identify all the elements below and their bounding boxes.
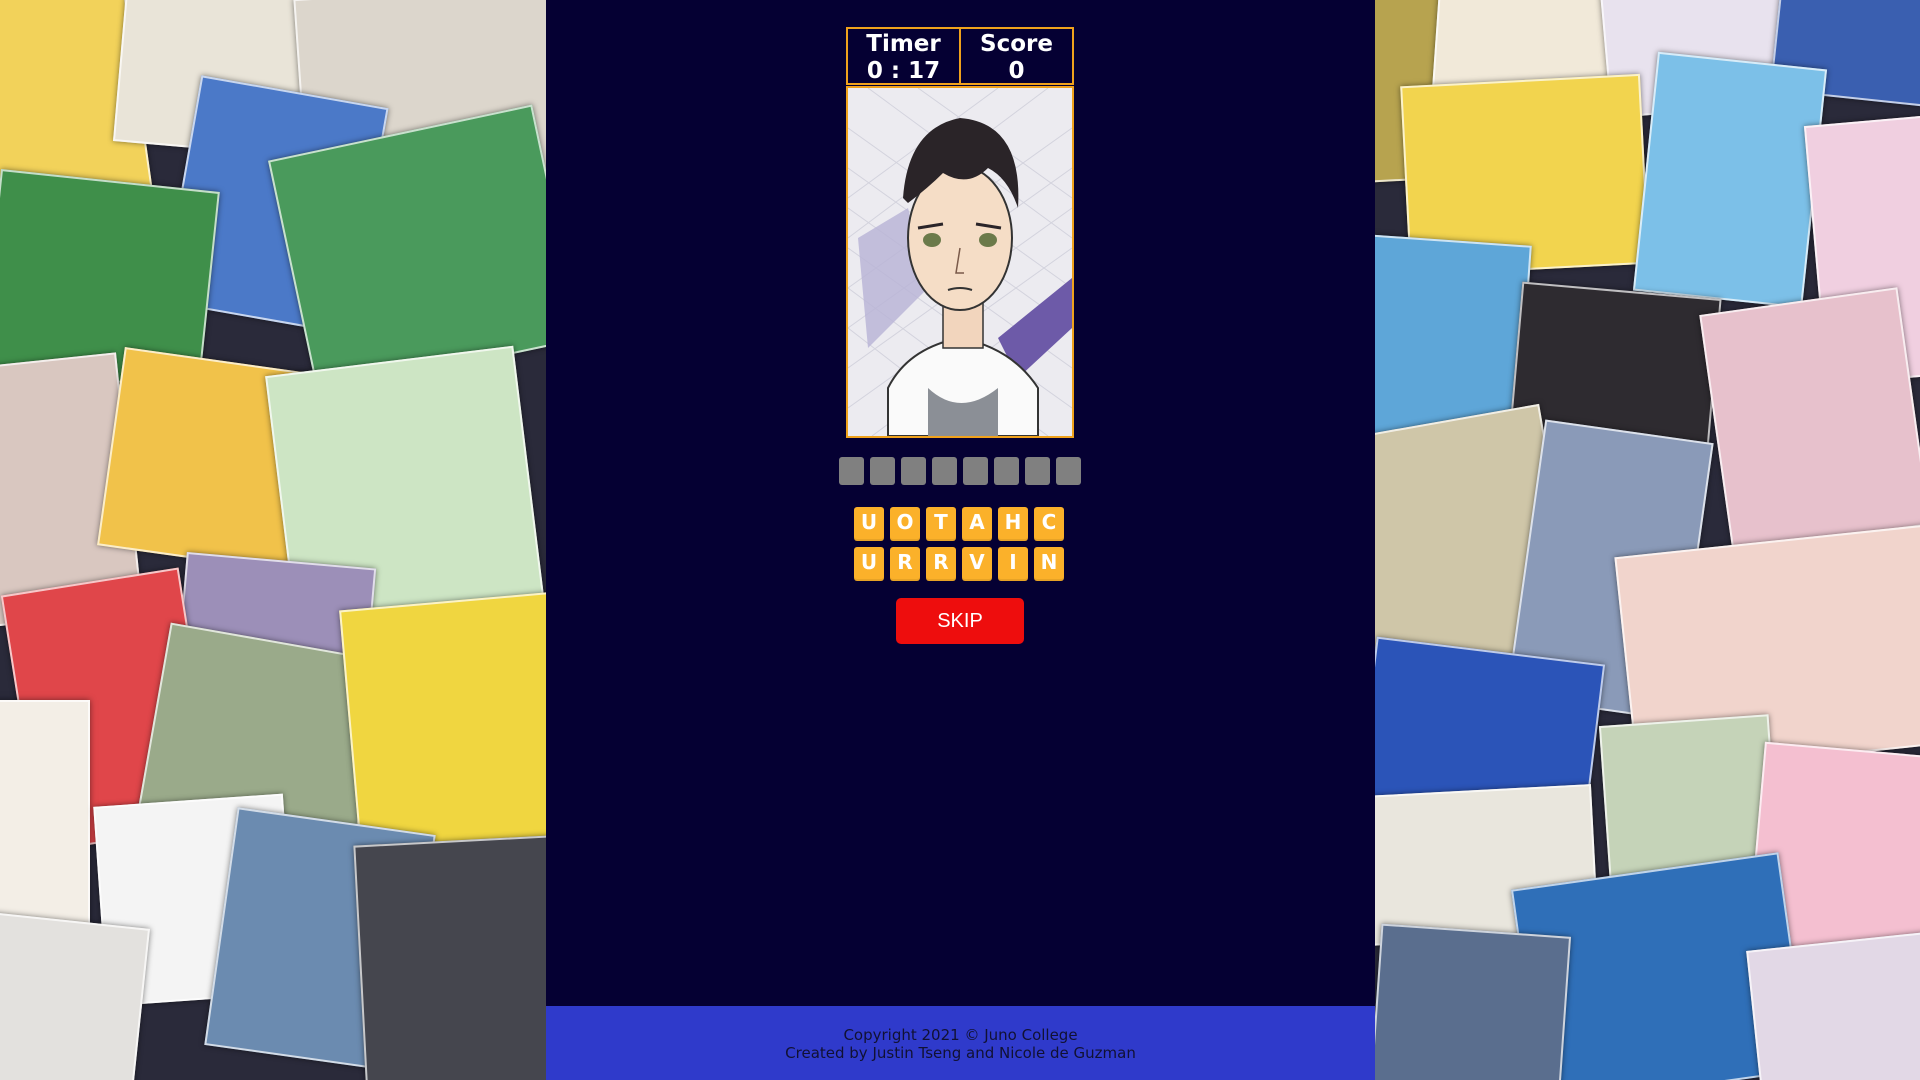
game-page: Timer 0 : 17 Score 0 U O T A H C U R R V…: [0, 0, 1920, 1080]
character-portrait-illustration: [848, 88, 1072, 436]
answer-blank-slot[interactable]: [1025, 457, 1050, 485]
footer-copyright: Copyright 2021 © Juno College: [843, 1026, 1078, 1044]
letter-tile[interactable]: N: [1034, 547, 1064, 581]
answer-blank-slot[interactable]: [901, 457, 926, 485]
letter-row: URRVIN: [854, 547, 1064, 581]
character-image: [846, 86, 1074, 438]
answer-blank-slot[interactable]: [839, 457, 864, 485]
letter-bank: UOTAHCURRVIN: [854, 507, 1064, 587]
footer-credits: Created by Justin Tseng and Nicole de Gu…: [785, 1044, 1136, 1062]
answer-blank-slot[interactable]: [963, 457, 988, 485]
letter-tile[interactable]: V: [962, 547, 992, 581]
timer-label: Timer: [866, 31, 941, 57]
scoreboard: Timer 0 : 17 Score 0: [846, 27, 1074, 85]
answer-blanks: [839, 457, 1081, 485]
score-label: Score: [980, 31, 1053, 57]
letter-row: UOTAHC: [854, 507, 1064, 541]
timer-value: 0 : 17: [866, 58, 941, 84]
game-panel: Timer 0 : 17 Score 0 U O T A H C U R R V…: [546, 0, 1375, 1080]
score-display: Score 0: [959, 29, 1072, 84]
right-collage-background: [1375, 0, 1920, 1080]
answer-blank-slot[interactable]: [994, 457, 1019, 485]
letter-tile[interactable]: I: [998, 547, 1028, 581]
answer-blank-slot[interactable]: [1056, 457, 1081, 485]
letter-tile[interactable]: O: [890, 507, 920, 541]
letter-tile[interactable]: R: [890, 547, 920, 581]
letter-tile[interactable]: A: [962, 507, 992, 541]
skip-button[interactable]: SKIP: [896, 598, 1024, 644]
footer: Copyright 2021 © Juno College Created by…: [546, 1006, 1375, 1080]
score-value: 0: [1008, 58, 1025, 84]
letter-tile[interactable]: T: [926, 507, 956, 541]
letter-tile[interactable]: U: [854, 507, 884, 541]
letter-tile[interactable]: C: [1034, 507, 1064, 541]
answer-blank-slot[interactable]: [870, 457, 895, 485]
letter-tile[interactable]: H: [998, 507, 1028, 541]
letter-tile[interactable]: U: [854, 547, 884, 581]
timer-display: Timer 0 : 17: [848, 29, 959, 84]
left-collage-background: [0, 0, 546, 1080]
answer-blank-slot[interactable]: [932, 457, 957, 485]
letter-tile[interactable]: R: [926, 547, 956, 581]
